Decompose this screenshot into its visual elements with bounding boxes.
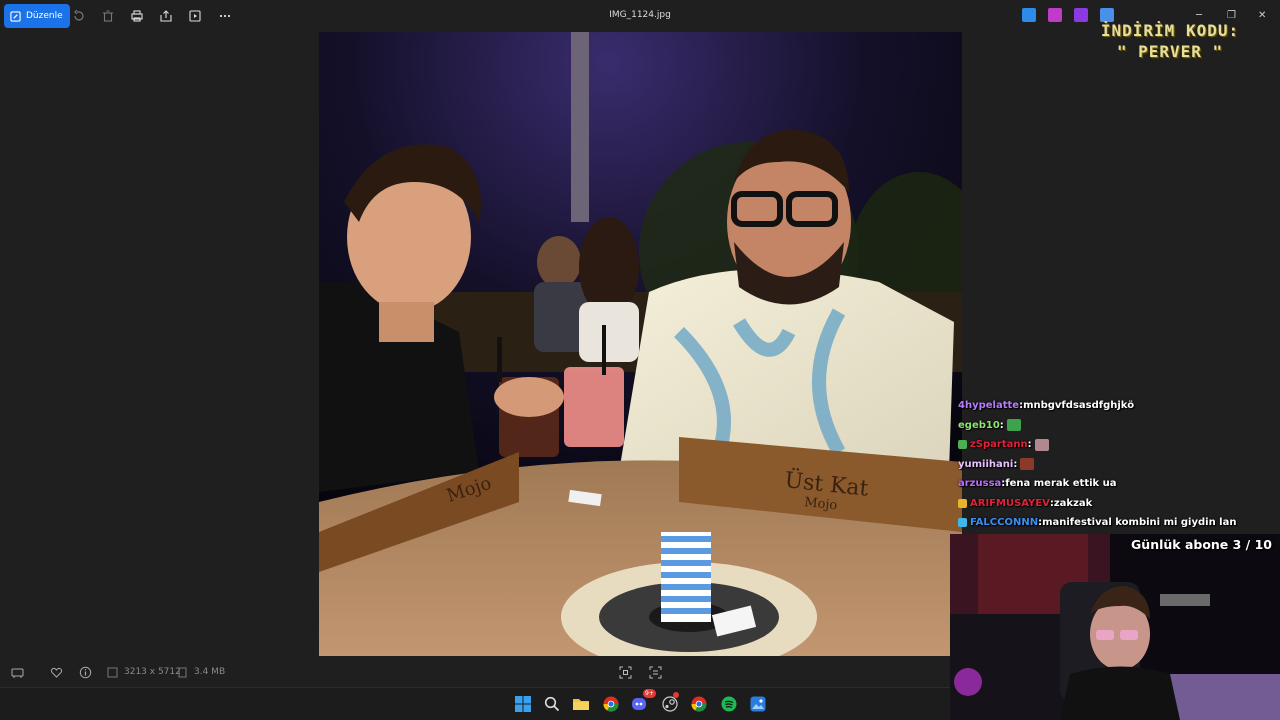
- chat-message: FALCCONNN : manifestival kombini mi giyd…: [958, 513, 1280, 533]
- dimensions-icon: [107, 667, 118, 678]
- app-shortcut-icon[interactable]: [1048, 8, 1062, 22]
- chat-message: 4hypelatte : mnbgvfdsasdfghjkö: [958, 396, 1280, 416]
- tile-stack: [661, 532, 711, 622]
- photo-illustration: Mojo Üst Kat Mojo: [319, 32, 962, 656]
- chat-text: manifestival kombini mi giydin lan: [1042, 517, 1237, 529]
- chat-message: yumiihani :: [958, 455, 1280, 475]
- photo-viewer-image[interactable]: Mojo Üst Kat Mojo: [319, 32, 962, 656]
- search-icon[interactable]: [543, 695, 561, 713]
- webcam-overlay: Günlük abone 3 / 10: [950, 534, 1280, 720]
- chat-emote-icon: [1020, 458, 1035, 471]
- chat-text: fena merak ettik ua: [1005, 478, 1117, 490]
- steam-icon[interactable]: [661, 692, 679, 713]
- chat-username[interactable]: egeb10: [958, 420, 1000, 431]
- promo-line-1: İNDİRİM KODU:: [1100, 21, 1240, 40]
- spotify-icon[interactable]: [720, 695, 738, 713]
- photo-info-bar: 3213 x 5712 3.4 MB: [0, 657, 950, 687]
- file-size: 3.4 MB: [194, 667, 226, 677]
- discount-code-overlay: İNDİRİM KODU: " PERVER ": [1100, 20, 1240, 62]
- notification-dot: [673, 692, 679, 698]
- actual-size-icon[interactable]: [649, 666, 662, 679]
- webcam-feed: [950, 534, 1280, 720]
- filmstrip-icon[interactable]: [11, 666, 24, 679]
- favorite-icon[interactable]: [50, 666, 63, 679]
- chat-username[interactable]: 4hypelatte: [958, 400, 1019, 411]
- info-icon[interactable]: [79, 666, 92, 679]
- photos-app-window: Düzenle IMG_1124.jpg ─ ❐ ✕ İNDİRİM KODU:…: [0, 0, 1280, 720]
- chat-message: zSpartann :: [958, 435, 1280, 455]
- chat-username[interactable]: ARIFMUSAYEV: [970, 498, 1050, 509]
- user-badge-icon: [958, 440, 967, 450]
- discord-icon[interactable]: 9+: [631, 689, 656, 713]
- stream-chat-overlay: 4hypelatte : mnbgvfdsasdfghjkö egeb10 : z…: [958, 396, 1280, 533]
- taskbar: 9+: [0, 688, 950, 720]
- chat-emote-icon: [1034, 438, 1049, 451]
- image-dimensions: 3213 x 5712: [124, 667, 181, 677]
- file-explorer-icon[interactable]: [572, 695, 590, 713]
- chat-separator: :: [999, 419, 1004, 431]
- chat-username[interactable]: zSpartann: [970, 439, 1028, 450]
- windows-start-icon[interactable]: [514, 695, 532, 713]
- chat-separator: :: [1013, 458, 1018, 470]
- app-shortcut-icon[interactable]: [1022, 8, 1036, 22]
- discord-badge: 9+: [643, 689, 656, 698]
- app-shortcut-icon[interactable]: [1074, 8, 1088, 22]
- chat-message: egeb10 :: [958, 416, 1280, 436]
- top-toolbar: Düzenle IMG_1124.jpg ─ ❐ ✕: [0, 0, 1280, 32]
- sub-goal-label: Günlük abone 3 / 10: [1131, 537, 1272, 552]
- photos-icon[interactable]: [749, 695, 767, 713]
- chat-text: zakzak: [1053, 497, 1093, 509]
- chat-message: arzussa : fena merak ettik ua: [958, 474, 1280, 494]
- user-badge-icon: [958, 498, 967, 508]
- close-button[interactable]: ✕: [1258, 10, 1266, 21]
- user-badge-icon: [958, 518, 967, 528]
- fit-to-window-icon[interactable]: [619, 666, 632, 679]
- chat-username[interactable]: FALCCONNN: [970, 517, 1038, 528]
- chat-message: ARIFMUSAYEV : zakzak: [958, 494, 1280, 514]
- chat-username[interactable]: yumiihani: [958, 459, 1013, 470]
- chat-username[interactable]: arzussa: [958, 478, 1001, 489]
- chrome-icon[interactable]: [602, 695, 620, 713]
- promo-line-2: " PERVER ": [1116, 42, 1224, 61]
- chrome-icon[interactable]: [690, 695, 708, 713]
- file-size-icon: [178, 667, 187, 678]
- chat-separator: :: [1027, 439, 1032, 451]
- chat-text: mnbgvfdsasdfghjkö: [1023, 400, 1135, 412]
- chat-emote-icon: [1006, 419, 1021, 432]
